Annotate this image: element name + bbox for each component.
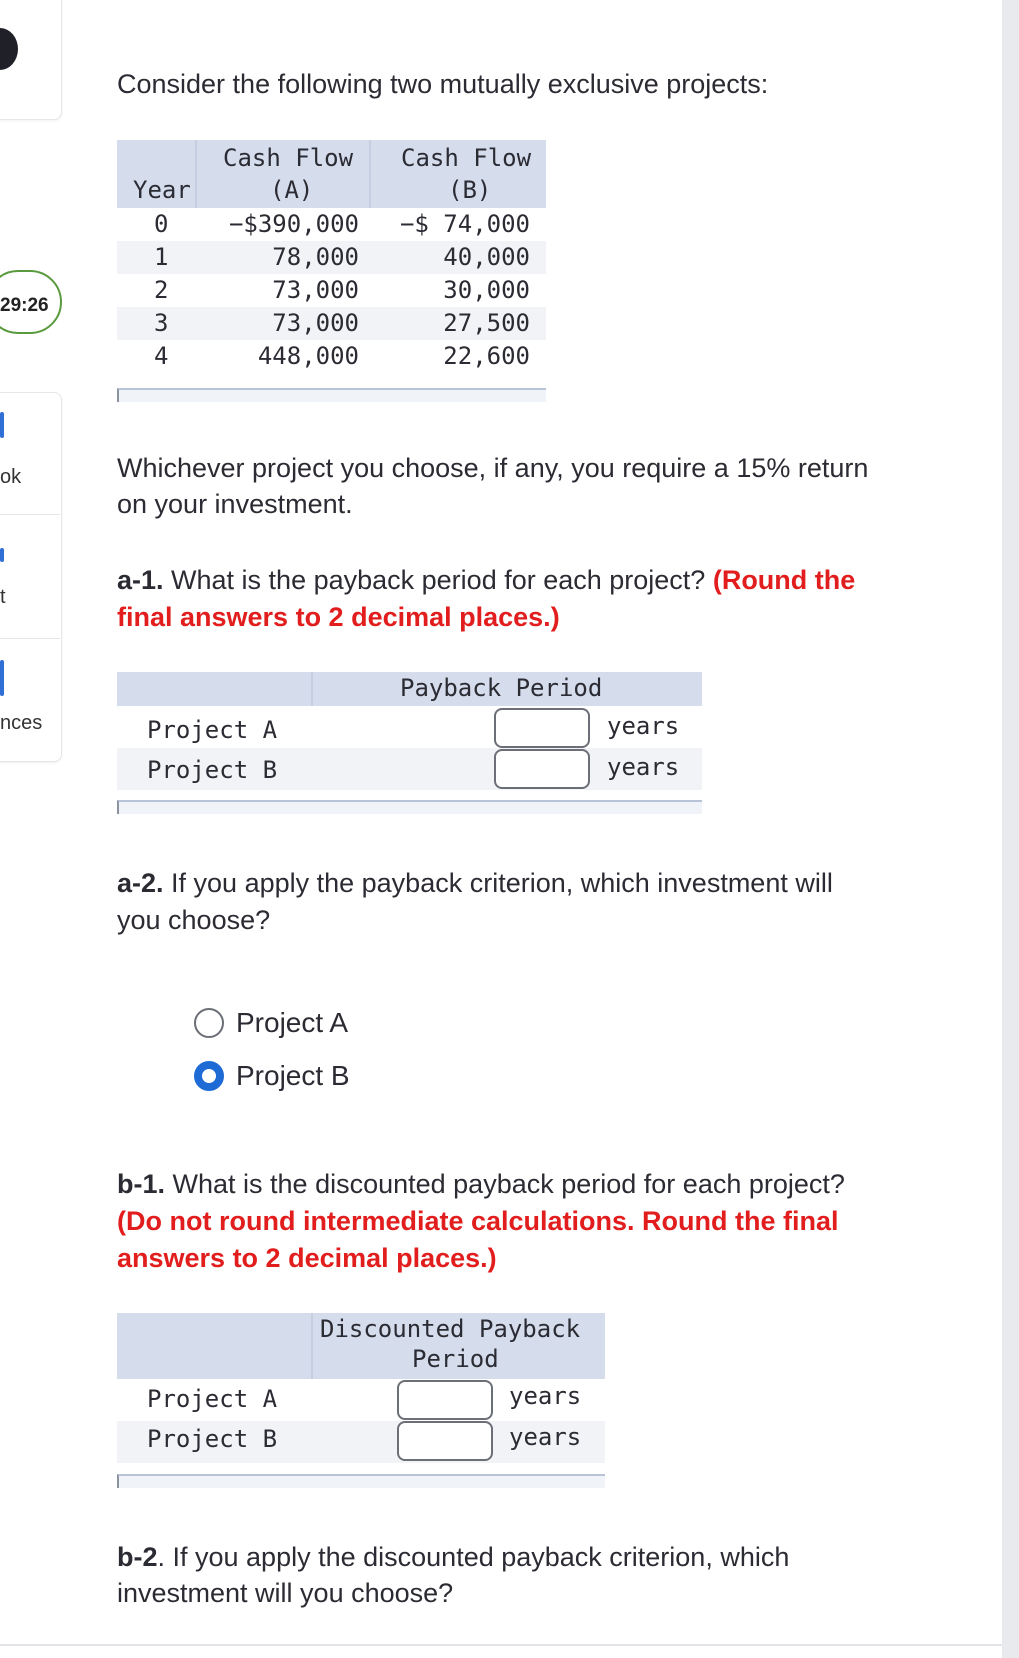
timer-text: 29:26 bbox=[0, 295, 49, 316]
discounted-payback-table: Discounted Payback Period Project A year… bbox=[117, 1313, 605, 1463]
question-a2: a-2. If you apply the payback criterion,… bbox=[117, 865, 833, 902]
rail-item-references[interactable]: nces bbox=[0, 712, 42, 735]
rail-divider bbox=[0, 638, 60, 639]
table-row: 2 73,000 30,000 bbox=[117, 274, 546, 307]
discounted-payback-b-input[interactable] bbox=[397, 1421, 493, 1461]
discounted-payback-a-input[interactable] bbox=[397, 1380, 493, 1420]
radio-project-b[interactable] bbox=[194, 1061, 224, 1091]
col-header-year: Year bbox=[133, 176, 191, 204]
row-year: 3 bbox=[154, 309, 169, 337]
table-bottom-rule bbox=[117, 388, 546, 402]
question-b1-text: What is the discounted payback period fo… bbox=[165, 1169, 845, 1199]
radio-label-project-b[interactable]: Project B bbox=[236, 1060, 350, 1092]
col-header-a-line1: Cash Flow bbox=[223, 144, 354, 172]
table-row: Project A years bbox=[117, 1379, 605, 1421]
table-row: Project B years bbox=[117, 748, 702, 790]
row-cash-b: 22,600 bbox=[443, 342, 530, 370]
question-b1: b-1. What is the discounted payback peri… bbox=[117, 1166, 845, 1203]
discounted-header-line1: Discounted Payback bbox=[320, 1315, 581, 1343]
row-year: 1 bbox=[154, 243, 169, 271]
table-row: 1 78,000 40,000 bbox=[117, 241, 546, 274]
rail-item-indicator-3 bbox=[0, 660, 4, 696]
row-cash-a: −$390,000 bbox=[228, 210, 359, 238]
question-b2-line2: investment will you choose? bbox=[117, 1578, 454, 1608]
row-year: 0 bbox=[154, 210, 169, 238]
payback-table: Payback Period Project A years Project B… bbox=[117, 672, 702, 790]
row-cash-b: 40,000 bbox=[443, 243, 530, 271]
return-text-line1: Whichever project you choose, if any, yo… bbox=[117, 453, 869, 483]
question-b1-instruction-line2: answers to 2 decimal places.) bbox=[117, 1243, 497, 1273]
radio-label-project-a[interactable]: Project A bbox=[236, 1007, 348, 1039]
col-header-b-line1: Cash Flow bbox=[401, 144, 532, 172]
header-divider bbox=[311, 1313, 313, 1379]
question-a1-instruction: (Round the bbox=[712, 565, 856, 595]
question-a1: a-1. What is the payback period for each… bbox=[117, 562, 997, 599]
question-b1-label: b-1. bbox=[117, 1169, 166, 1199]
question-a1-text: What is the payback period for each proj… bbox=[163, 565, 713, 595]
project-label: Project B bbox=[147, 756, 278, 784]
intro-text: Consider the following two mutually excl… bbox=[117, 69, 769, 99]
table-row: 0 −$390,000 −$ 74,000 bbox=[117, 208, 546, 241]
table-row: 4 448,000 22,600 bbox=[117, 340, 546, 373]
table-row: 3 73,000 27,500 bbox=[117, 307, 546, 340]
project-label: Project B bbox=[147, 1425, 278, 1453]
payback-header-label: Payback Period bbox=[400, 674, 603, 702]
unit-label: years bbox=[607, 753, 680, 781]
row-cash-a: 78,000 bbox=[272, 243, 359, 271]
scrollbar-track[interactable] bbox=[1002, 0, 1019, 1658]
bottom-divider bbox=[0, 1644, 1002, 1646]
row-cash-a: 73,000 bbox=[272, 276, 359, 304]
project-label: Project A bbox=[147, 1385, 278, 1413]
cashflow-table: Year Cash Flow (A) Cash Flow (B) 0 −$390… bbox=[117, 140, 546, 402]
question-b2-label: b-2 bbox=[117, 1542, 158, 1572]
header-divider bbox=[369, 140, 371, 208]
question-a1-label: a-1. bbox=[117, 565, 164, 595]
radio-project-a[interactable] bbox=[194, 1008, 224, 1038]
question-a2-text: If you apply the payback criterion, whic… bbox=[163, 868, 833, 898]
table-bottom-rule bbox=[117, 1474, 605, 1488]
row-cash-b: −$ 74,000 bbox=[399, 210, 530, 238]
col-header-a-line2: (A) bbox=[270, 176, 314, 204]
row-cash-a: 73,000 bbox=[272, 309, 359, 337]
unit-label: years bbox=[509, 1423, 582, 1451]
row-cash-b: 30,000 bbox=[443, 276, 530, 304]
rail-nav-card bbox=[0, 392, 62, 762]
question-a2-label: a-2. bbox=[117, 868, 164, 898]
row-cash-a: 448,000 bbox=[257, 342, 359, 370]
rail-item-indicator-1 bbox=[0, 412, 4, 438]
question-b2: b-2. If you apply the discounted payback… bbox=[117, 1539, 789, 1576]
unit-label: years bbox=[607, 712, 680, 740]
question-b2-text: . If you apply the discounted payback cr… bbox=[157, 1542, 790, 1572]
header-divider bbox=[195, 140, 197, 208]
rail-item-indicator-2 bbox=[0, 548, 4, 562]
rail-item-print[interactable]: t bbox=[0, 586, 6, 609]
timer-badge[interactable]: 29:26 bbox=[0, 270, 62, 334]
payback-a-input[interactable] bbox=[494, 708, 590, 748]
row-year: 4 bbox=[154, 342, 169, 370]
unit-label: years bbox=[509, 1382, 582, 1410]
rail-divider bbox=[0, 514, 60, 515]
table-row: Project A years bbox=[117, 706, 702, 748]
question-a2-line2: you choose? bbox=[117, 905, 271, 935]
table-row: Project B years bbox=[117, 1421, 605, 1463]
question-a1-instruction-line2: final answers to 2 decimal places.) bbox=[117, 602, 560, 632]
col-header-b-line2: (B) bbox=[448, 176, 492, 204]
project-label: Project A bbox=[147, 716, 278, 744]
rail-item-ebook[interactable]: ok bbox=[0, 466, 21, 489]
discounted-header-line2: Period bbox=[412, 1345, 499, 1373]
table-bottom-rule bbox=[117, 800, 702, 814]
question-b1-instruction-line1: (Do not round intermediate calculations.… bbox=[117, 1206, 839, 1236]
row-year: 2 bbox=[154, 276, 169, 304]
payback-b-input[interactable] bbox=[494, 749, 590, 789]
header-divider bbox=[311, 672, 313, 706]
return-text-line2: on your investment. bbox=[117, 489, 353, 519]
row-cash-b: 27,500 bbox=[443, 309, 530, 337]
